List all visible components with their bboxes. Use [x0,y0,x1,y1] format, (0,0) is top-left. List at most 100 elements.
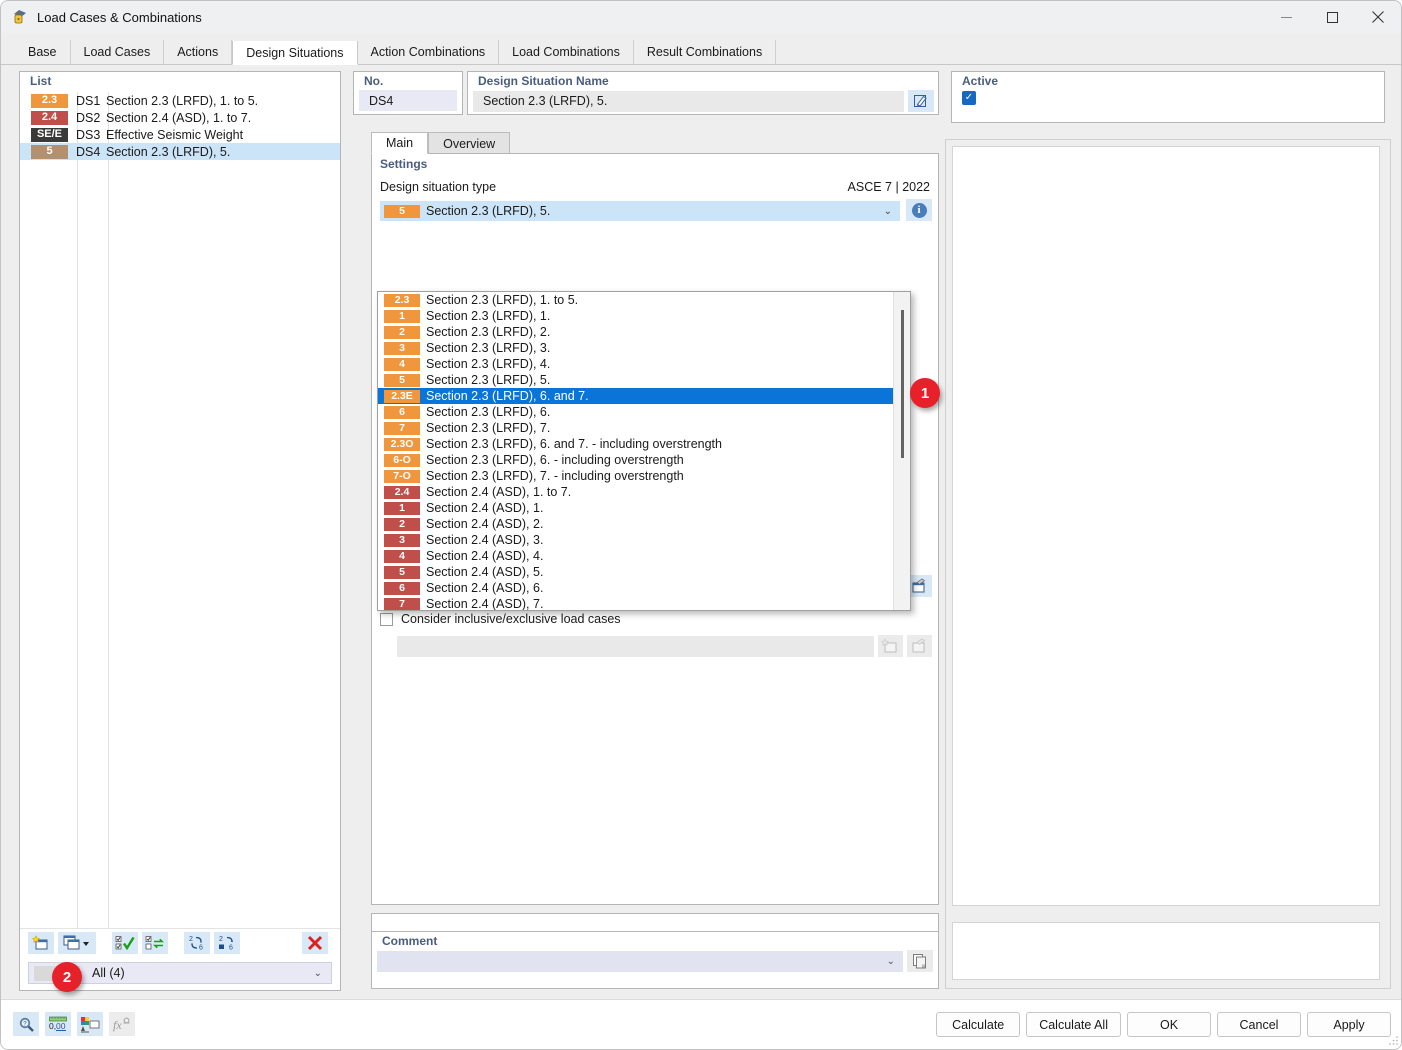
row-number: DS2 [76,110,101,125]
list-item[interactable]: 3 Section 2.3 (LRFD), 3. [378,340,910,356]
consider-load-cases-checkbox[interactable] [380,612,393,626]
active-panel: Active ✓ [951,71,1385,123]
new-window-star-icon [877,635,903,657]
list-item[interactable]: 2.3 Section 2.3 (LRFD), 1. to 5. [378,292,910,308]
cancel-button[interactable]: Cancel [1217,1012,1301,1037]
type-badge: 3 [384,533,420,547]
svg-text:6: 6 [229,944,233,951]
list-item[interactable]: 1 Section 2.4 (ASD), 1. [378,500,910,516]
list-item[interactable]: 4 Section 2.4 (ASD), 4. [378,548,910,564]
design-situation-name-input[interactable]: Section 2.3 (LRFD), 5. [473,90,904,112]
resize-grip[interactable] [1387,1034,1399,1046]
consider-load-cases-row[interactable]: Consider inclusive/exclusive load cases [380,612,621,626]
tab-overview[interactable]: Overview [428,132,511,154]
new-window-star-icon[interactable] [28,931,54,954]
table-row[interactable]: 2.4 DS2 Section 2.4 (ASD), 1. to 7. [20,109,340,126]
scrollbar-thumb[interactable] [901,310,904,458]
info-circle-icon: i [911,202,927,218]
main-tabstrip: Base Load Cases Actions Design Situation… [1,40,1401,65]
type-badge: 5 [384,373,420,387]
edit-pencil-icon[interactable] [908,90,934,112]
tab-main[interactable]: Main [371,132,429,154]
list-item-label: Section 2.3 (LRFD), 3. [426,341,551,355]
preview-canvas[interactable] [952,146,1380,906]
color-legend-icon[interactable] [77,1012,103,1036]
close-button[interactable] [1355,1,1401,33]
type-badge: 2.3 [384,293,420,307]
list-item[interactable]: 4 Section 2.3 (LRFD), 4. [378,356,910,372]
list-item[interactable]: 5 Section 2.3 (LRFD), 5. [378,372,910,388]
copy-pages-icon[interactable] [907,950,933,972]
table-row[interactable]: SE/E DS3 Effective Seismic Weight [20,126,340,143]
list-item[interactable]: 2 Section 2.3 (LRFD), 2. [378,324,910,340]
red-x-icon[interactable] [302,931,328,954]
list-item-label: Section 2.3 (LRFD), 7. [426,421,551,435]
design-situation-type-dropdown[interactable]: 5 Section 2.3 (LRFD), 5. ⌄ [380,201,900,221]
type-badge: 2.3E [384,389,420,403]
tab-design-situations[interactable]: Design Situations [232,41,358,65]
active-checkbox[interactable]: ✓ [962,91,976,105]
list-item[interactable]: 6 Section 2.4 (ASD), 6. [378,580,910,596]
list-item[interactable]: 1 Section 2.3 (LRFD), 1. [378,308,910,324]
checklist-check-icon[interactable] [112,931,138,954]
renumber-arrows-icon[interactable]: 2 6 [184,931,210,954]
list-item[interactable]: 7-O Section 2.3 (LRFD), 7. - including ov… [378,468,910,484]
dropdown-scrollbar[interactable] [893,292,910,610]
list-item-label: Section 2.3 (LRFD), 1. to 5. [426,293,579,307]
maximize-button[interactable] [1309,1,1355,33]
list-item-label: Section 2.3 (LRFD), 1. [426,309,551,323]
number-input[interactable]: DS4 [359,90,457,111]
svg-text:2: 2 [219,936,223,943]
checklist-swap-icon[interactable] [142,931,168,954]
design-situations-list-panel: List 2.3 DS1 Section 2.3 (LRFD), 1. to 5… [19,71,341,991]
list-item[interactable]: 5 Section 2.4 (ASD), 5. [378,564,910,580]
type-badge: 6 [384,405,420,419]
row-name: Section 2.3 (LRFD), 5. [106,144,231,159]
tab-actions[interactable]: Actions [164,40,233,64]
sort-number-icon[interactable]: 2 6 [214,931,240,954]
copy-window-dropdown-icon[interactable] [58,931,96,954]
comment-input[interactable]: ⌄ [377,950,903,972]
list-item-label: Section 2.4 (ASD), 2. [426,517,544,531]
list-item-label: Section 2.3 (LRFD), 4. [426,357,551,371]
comment-panel: Comment ⌄ [371,931,939,989]
table-row[interactable]: 2.3 DS1 Section 2.3 (LRFD), 1. to 5. [20,92,340,109]
design-situation-type-option-list[interactable]: 2.3 Section 2.3 (LRFD), 1. to 5. 1 Section… [377,291,911,611]
list-toolbar: 2 6 2 6 [20,928,340,956]
search-magnifier-icon[interactable]: ? [13,1012,39,1036]
tab-base[interactable]: Base [15,40,71,64]
filter-label: All (4) [92,966,125,980]
calculate-all-button[interactable]: Calculate All [1026,1012,1121,1037]
calculate-button[interactable]: Calculate [936,1012,1021,1037]
ok-button[interactable]: OK [1127,1012,1211,1037]
list-item[interactable]: 7 Section 2.4 (ASD), 7. [378,596,910,610]
info-button[interactable]: i [906,199,932,221]
number-field-group: No. DS4 [353,71,463,115]
detail-tabstrip: Main Overview [371,132,511,154]
design-situations-list[interactable]: 2.3 DS1 Section 2.3 (LRFD), 1. to 5. 2.4… [20,92,340,928]
minimize-button[interactable] [1263,1,1309,33]
apply-button[interactable]: Apply [1307,1012,1391,1037]
type-badge: 5 [384,204,420,218]
list-item[interactable]: 3 Section 2.4 (ASD), 3. [378,532,910,548]
type-badge: 2 [384,325,420,339]
list-column-divider-1 [77,92,78,928]
list-item-label: Section 2.3 (LRFD), 6. [426,405,551,419]
list-item[interactable]: 6-O Section 2.3 (LRFD), 6. - including ov… [378,452,910,468]
list-item-label: Section 2.4 (ASD), 3. [426,533,544,547]
list-item[interactable]: 6 Section 2.3 (LRFD), 6. [378,404,910,420]
list-item[interactable]: 2.3O Section 2.3 (LRFD), 6. and 7. - incl… [378,436,910,452]
tab-action-combinations[interactable]: Action Combinations [357,40,500,64]
tab-result-combinations[interactable]: Result Combinations [633,40,777,64]
list-item-selected[interactable]: 2.3E Section 2.3 (LRFD), 6. and 7. [378,388,910,404]
type-badge: 1 [384,501,420,515]
list-item[interactable]: 2 Section 2.4 (ASD), 2. [378,516,910,532]
table-row[interactable]: 5 DS4 Section 2.3 (LRFD), 5. [20,143,340,160]
type-badge: 6 [384,581,420,595]
tab-load-combinations[interactable]: Load Combinations [499,40,634,64]
decimal-places-icon[interactable]: 0, 00 [45,1012,71,1036]
list-item[interactable]: 7 Section 2.3 (LRFD), 7. [378,420,910,436]
list-item[interactable]: 2.4 Section 2.4 (ASD), 1. to 7. [378,484,910,500]
tab-load-cases[interactable]: Load Cases [70,40,165,64]
app-lock-icon [11,8,29,26]
